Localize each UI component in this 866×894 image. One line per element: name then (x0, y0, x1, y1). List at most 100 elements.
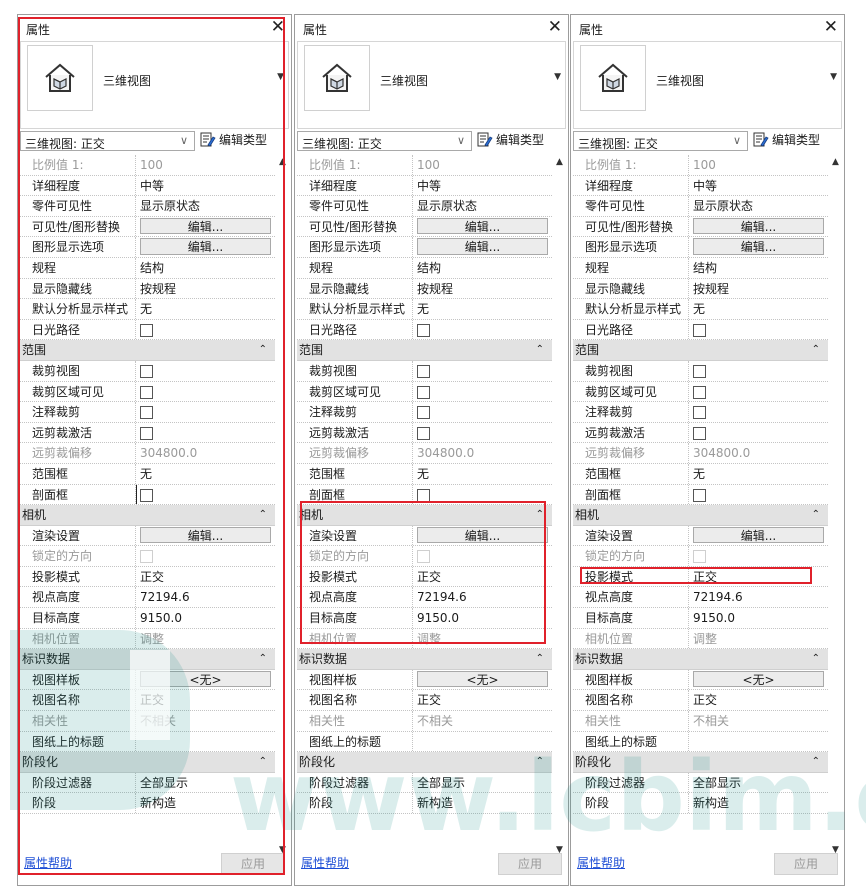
type-selector[interactable]: 三维视图 ▼ (573, 41, 842, 129)
property-value[interactable]: 无 (136, 299, 275, 319)
group-header[interactable]: 标识数据 ⌃ (573, 649, 828, 670)
chevron-down-icon[interactable]: ∨ (457, 134, 465, 147)
property-value[interactable]: 按规程 (689, 279, 828, 299)
edit-button[interactable]: 编辑... (417, 526, 548, 544)
group-header[interactable]: 标识数据 ⌃ (297, 649, 552, 670)
property-value[interactable]: <无> (136, 670, 275, 690)
property-value[interactable]: 结构 (136, 258, 275, 278)
collapse-icon[interactable]: ⌃ (536, 505, 544, 525)
property-value[interactable]: 正交 (413, 690, 552, 710)
property-value[interactable]: 结构 (413, 258, 552, 278)
checkbox[interactable] (693, 406, 706, 420)
group-header[interactable]: 标识数据 ⌃ (20, 649, 275, 670)
property-value[interactable]: 中等 (136, 176, 275, 196)
properties-help-link[interactable]: 属性帮助 (24, 854, 72, 871)
property-value[interactable] (689, 361, 828, 381)
collapse-icon[interactable]: ⌃ (536, 752, 544, 772)
apply-button[interactable]: 应用 (221, 853, 285, 875)
collapse-icon[interactable]: ⌃ (536, 649, 544, 669)
property-value[interactable] (689, 732, 828, 752)
checkbox[interactable] (140, 364, 153, 378)
checkbox[interactable] (693, 385, 706, 399)
property-value[interactable] (136, 732, 275, 752)
checkbox[interactable] (417, 426, 430, 440)
property-value[interactable] (413, 382, 552, 402)
property-value[interactable]: 新构造 (413, 793, 552, 813)
property-value[interactable]: 全部显示 (413, 773, 552, 793)
property-value[interactable]: 编辑... (413, 217, 552, 237)
checkbox[interactable] (693, 323, 706, 337)
scroll-up-icon[interactable]: ▲ (832, 157, 839, 167)
checkbox[interactable] (417, 323, 430, 337)
property-value[interactable]: 中等 (689, 176, 828, 196)
checkbox[interactable] (417, 488, 430, 502)
group-header[interactable]: 相机 ⌃ (20, 505, 275, 526)
apply-button[interactable]: 应用 (498, 853, 562, 875)
property-value[interactable] (413, 485, 552, 505)
property-value[interactable] (413, 402, 552, 422)
apply-button[interactable]: 应用 (774, 853, 838, 875)
group-header[interactable]: 范围 ⌃ (297, 340, 552, 361)
property-value[interactable]: 中等 (413, 176, 552, 196)
scroll-up-icon[interactable]: ▲ (556, 157, 563, 167)
instance-filter-dropdown[interactable]: 三维视图: 正交 ∨ (20, 131, 195, 151)
edit-button[interactable]: <无> (417, 670, 548, 688)
property-value[interactable] (413, 423, 552, 443)
chevron-down-icon[interactable]: ∨ (180, 134, 188, 147)
vertical-scrollbar[interactable]: ▲ ▼ (830, 155, 843, 855)
property-value[interactable]: 按规程 (413, 279, 552, 299)
group-header[interactable]: 范围 ⌃ (20, 340, 275, 361)
property-value[interactable]: 无 (136, 464, 275, 484)
chevron-down-icon[interactable]: ▼ (830, 72, 837, 82)
property-value[interactable]: 显示原状态 (689, 196, 828, 216)
property-value[interactable]: 编辑... (413, 526, 552, 546)
property-value[interactable]: 无 (689, 299, 828, 319)
edit-type-button[interactable]: 编辑类型 (753, 131, 820, 151)
property-value[interactable]: 编辑... (136, 237, 275, 257)
checkbox[interactable] (417, 406, 430, 420)
property-value[interactable] (413, 361, 552, 381)
property-value[interactable]: 正交 (689, 690, 828, 710)
property-value[interactable]: 编辑... (413, 237, 552, 257)
edit-button[interactable]: 编辑... (417, 238, 548, 255)
property-value[interactable]: 9150.0 (689, 608, 828, 628)
checkbox[interactable] (140, 385, 153, 399)
chevron-down-icon[interactable]: ▼ (554, 72, 561, 82)
type-selector[interactable]: 三维视图 ▼ (20, 41, 289, 129)
edit-button[interactable]: 编辑... (693, 217, 824, 235)
property-value[interactable]: 无 (413, 299, 552, 319)
property-value[interactable]: 9150.0 (136, 608, 275, 628)
edit-type-button[interactable]: 编辑类型 (477, 131, 544, 151)
property-value[interactable]: 正交 (413, 567, 552, 587)
property-value[interactable]: 正交 (689, 567, 828, 587)
edit-button[interactable]: 编辑... (693, 238, 824, 255)
properties-help-link[interactable]: 属性帮助 (301, 854, 349, 871)
edit-button[interactable]: <无> (140, 670, 271, 688)
property-value[interactable]: 按规程 (136, 279, 275, 299)
group-header[interactable]: 相机 ⌃ (297, 505, 552, 526)
property-value[interactable] (689, 485, 828, 505)
checkbox[interactable] (417, 385, 430, 399)
vertical-scrollbar[interactable]: ▲ ▼ (277, 155, 290, 855)
group-header[interactable]: 范围 ⌃ (573, 340, 828, 361)
property-value[interactable] (413, 732, 552, 752)
edit-button[interactable]: 编辑... (140, 526, 271, 544)
collapse-icon[interactable]: ⌃ (259, 340, 267, 360)
checkbox[interactable] (140, 426, 153, 440)
property-value[interactable]: 编辑... (689, 217, 828, 237)
property-value[interactable]: <无> (689, 670, 828, 690)
property-value[interactable]: 显示原状态 (413, 196, 552, 216)
edit-button[interactable]: <无> (693, 670, 824, 688)
checkbox[interactable] (693, 488, 706, 502)
property-value[interactable]: 新构造 (136, 793, 275, 813)
close-icon[interactable]: ✕ (548, 17, 562, 37)
property-value[interactable] (136, 320, 275, 340)
scroll-up-icon[interactable]: ▲ (279, 157, 286, 167)
checkbox[interactable] (417, 364, 430, 378)
chevron-down-icon[interactable]: ∨ (733, 134, 741, 147)
property-value[interactable] (136, 423, 275, 443)
checkbox[interactable] (140, 323, 153, 337)
close-icon[interactable]: ✕ (824, 17, 838, 37)
properties-help-link[interactable]: 属性帮助 (577, 854, 625, 871)
property-value[interactable]: 9150.0 (413, 608, 552, 628)
